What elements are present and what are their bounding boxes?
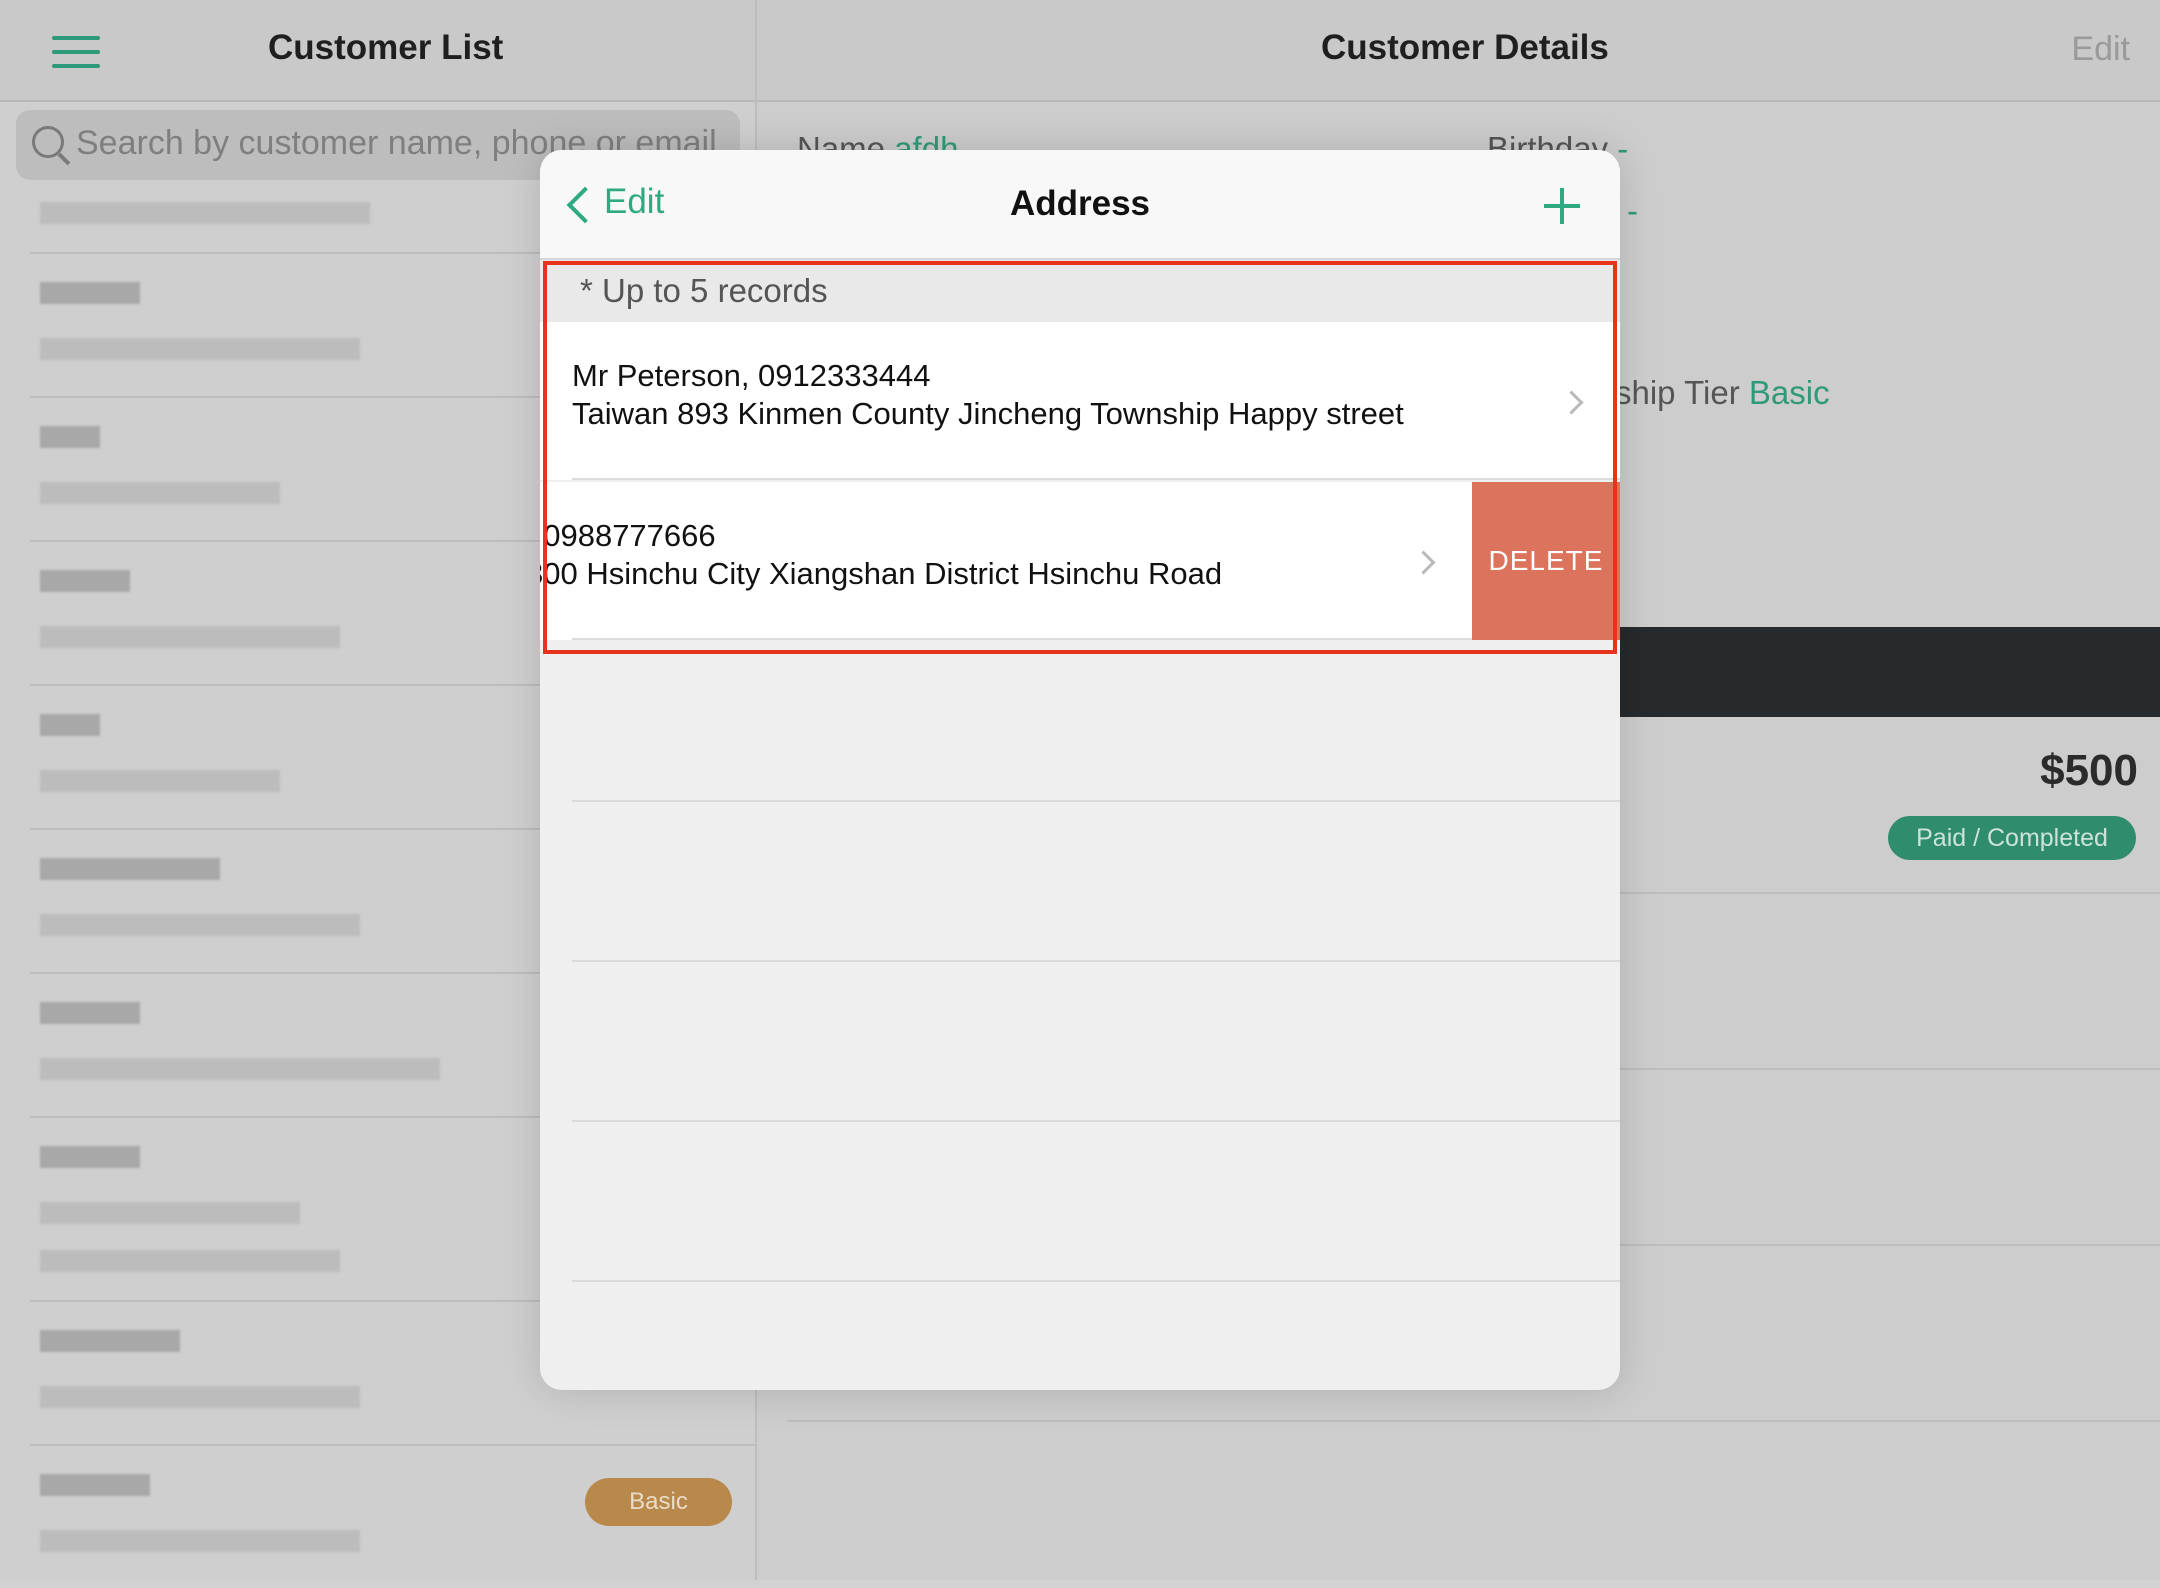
blurred-text [40, 1058, 440, 1080]
order-amount: $500 [2040, 746, 2138, 795]
chevron-right-icon [1411, 550, 1436, 575]
blurred-text [40, 858, 220, 880]
records-limit-text: * Up to 5 records [580, 272, 828, 309]
divider [572, 1120, 1620, 1122]
customer-list-title: Customer List [268, 28, 504, 67]
menu-icon[interactable] [52, 36, 100, 68]
blurred-text [40, 338, 360, 360]
address-row[interactable]: Mr Peterson, 0912333444 Taiwan 893 Kinme… [540, 322, 1620, 480]
customer-details-title: Customer Details [1321, 28, 1609, 67]
chevron-right-icon [1559, 390, 1584, 415]
membership-tier-label: ship Tier [1615, 374, 1740, 411]
address-contact: , 0988777666 [540, 518, 716, 553]
tier-badge: Basic [585, 1478, 732, 1526]
blurred-text [40, 282, 140, 304]
address-modal: Edit Address * Up to 5 records Mr Peters… [540, 150, 1620, 1390]
customer-details-navbar: Customer Details Edit [757, 0, 2160, 102]
divider [572, 1280, 1620, 1282]
status-badge: Paid / Completed [1888, 816, 2136, 860]
divider [787, 1420, 2160, 1422]
divider [572, 960, 1620, 962]
address-text: Taiwan 893 Kinmen County Jincheng Townsh… [572, 396, 1404, 431]
blurred-text [40, 1330, 180, 1352]
detail-value: - [1627, 192, 1638, 229]
blurred-text [40, 714, 100, 736]
divider [572, 478, 1620, 480]
address-row-swiped[interactable]: , 0988777666 300 Hsinchu City Xiangshan … [540, 482, 1620, 640]
divider [572, 800, 1620, 802]
blurred-text [40, 570, 130, 592]
divider [572, 638, 1472, 640]
records-limit-note: * Up to 5 records [540, 260, 1620, 322]
blurred-text [40, 1386, 360, 1408]
blurred-text [40, 1002, 140, 1024]
modal-title: Address [1009, 184, 1151, 223]
blurred-text [40, 1146, 140, 1168]
membership-tier-value: Basic [1748, 374, 1830, 411]
blurred-text [40, 202, 370, 224]
add-address-button[interactable] [1544, 188, 1580, 224]
blurred-text [40, 426, 100, 448]
edit-customer-button[interactable]: Edit [2071, 30, 2130, 69]
blurred-text [40, 770, 280, 792]
blurred-text [40, 1474, 150, 1496]
membership-tier-field: ship Tier Basic [1615, 374, 1830, 412]
blurred-text [40, 626, 340, 648]
delete-address-button[interactable]: DELETE [1472, 482, 1620, 640]
customer-list-navbar: Customer List [0, 0, 755, 102]
modal-header: Edit Address [540, 150, 1620, 260]
blurred-text [40, 914, 360, 936]
blurred-text [40, 482, 280, 504]
blurred-text [40, 1202, 300, 1224]
blurred-text [40, 1530, 360, 1552]
address-text: 300 Hsinchu City Xiangshan District Hsin… [540, 556, 1223, 591]
blurred-text [40, 1250, 340, 1272]
address-contact: Mr Peterson, 0912333444 [572, 358, 931, 393]
